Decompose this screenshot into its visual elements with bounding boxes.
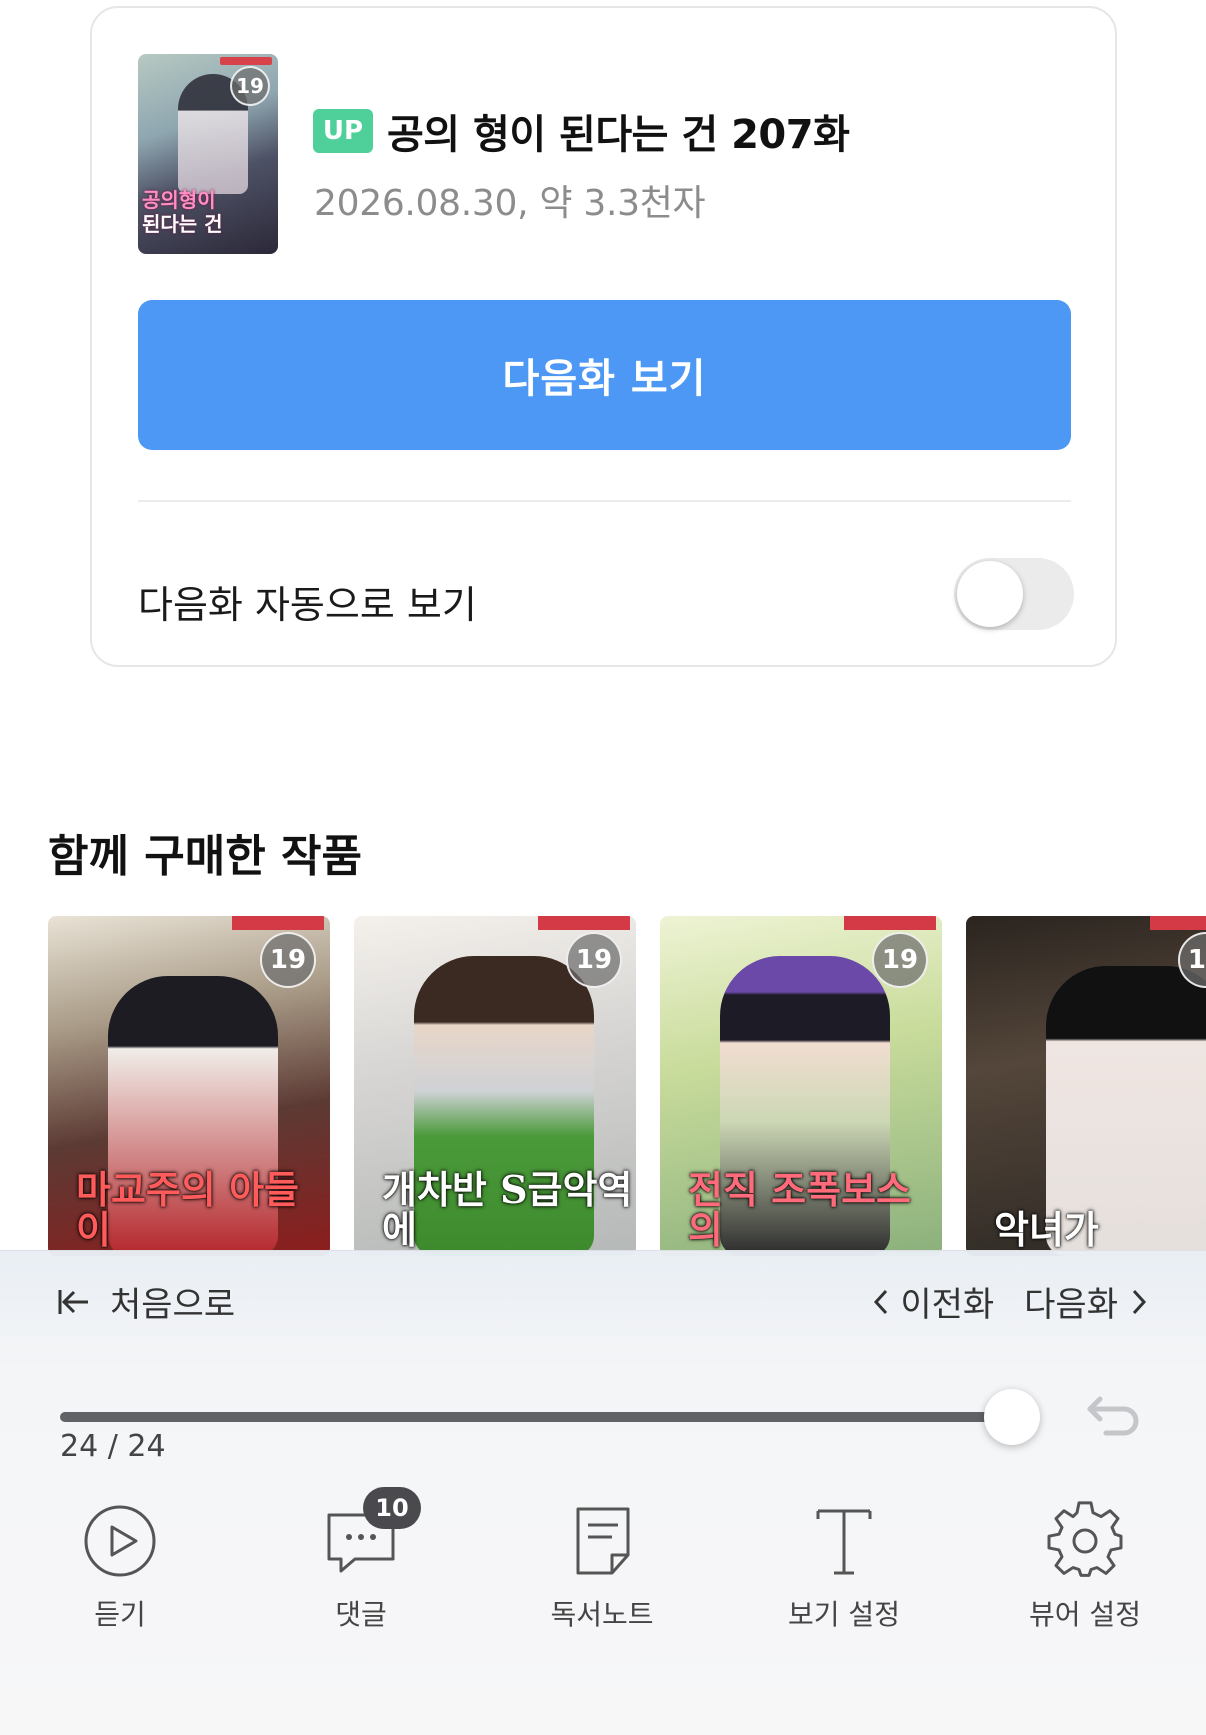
up-badge: UP bbox=[313, 109, 373, 153]
cover-title-line1: 공의형이 bbox=[142, 188, 216, 212]
return-icon[interactable] bbox=[1080, 1385, 1140, 1445]
chevron-left-icon bbox=[874, 1289, 888, 1314]
cover-title: 악녀가 bbox=[994, 1207, 1099, 1252]
cover-title-line2: 된다는 건 bbox=[142, 212, 223, 236]
listen-button[interactable]: 듣기 bbox=[40, 1501, 200, 1633]
go-first-button[interactable]: 처음으로 bbox=[56, 1277, 235, 1326]
viewer-settings-button[interactable]: 뷰어 설정 bbox=[1005, 1501, 1165, 1633]
auto-next-label: 다음화 자동으로 보기 bbox=[138, 583, 477, 627]
view-settings-button[interactable]: 보기 설정 bbox=[764, 1501, 924, 1633]
age-rating-badge: 19 bbox=[260, 932, 316, 988]
page-slider[interactable] bbox=[60, 1387, 1040, 1447]
cover-title: 마교주의 아들이 bbox=[76, 1167, 299, 1252]
slider-fill bbox=[60, 1412, 1012, 1422]
prev-episode-button[interactable]: 이전화 bbox=[870, 1277, 994, 1326]
comments-button[interactable]: 10 댓글 bbox=[281, 1487, 441, 1633]
gear-icon bbox=[1047, 1501, 1123, 1577]
viewer-settings-label: 뷰어 설정 bbox=[1029, 1598, 1141, 1631]
listen-label: 듣기 bbox=[94, 1598, 146, 1631]
age-ribbon bbox=[1150, 916, 1206, 930]
comment-count-badge: 10 bbox=[363, 1487, 421, 1529]
age-ribbon bbox=[232, 916, 324, 930]
age-rating-badge: 19 bbox=[872, 932, 928, 988]
age-rating-badge: 19 bbox=[566, 932, 622, 988]
next-episode-button[interactable]: 다음화 보기 bbox=[138, 300, 1071, 450]
page-counter: 24 / 24 bbox=[60, 1429, 166, 1464]
note-icon bbox=[576, 1507, 630, 1575]
toggle-knob bbox=[957, 561, 1023, 627]
go-first-label: 처음으로 bbox=[110, 1285, 236, 1325]
toolbar-buttons: 듣기 10 댓글 독서노트 보기 설정 뷰어 설정 bbox=[0, 1487, 1206, 1631]
chevron-right-icon bbox=[1132, 1289, 1147, 1314]
recommendation-card[interactable]: 19 개차반 S급악역에 bbox=[354, 916, 636, 1256]
viewer-toolbar: 처음으로 이전화 다음화 24 / 24 듣기 10 댓글 독서노트 보기 설정… bbox=[0, 1250, 1206, 1735]
episode-nav: 이전화 다음화 bbox=[870, 1277, 1150, 1326]
age-rating-badge: 19 bbox=[230, 66, 270, 106]
recommendation-card[interactable]: 19 악녀가 bbox=[966, 916, 1206, 1256]
divider bbox=[138, 500, 1071, 502]
skip-to-start-icon bbox=[58, 1289, 88, 1314]
reading-note-button[interactable]: 독서노트 bbox=[522, 1501, 682, 1633]
play-circle-icon bbox=[84, 1505, 156, 1577]
episode-title: 공의 형이 된다는 건 207화 bbox=[387, 112, 850, 158]
recommendations-carousel[interactable]: 19 마교주의 아들이 19 개차반 S급악역에 19 전직 조폭보스의 19 … bbox=[48, 916, 1206, 1256]
text-format-icon bbox=[816, 1509, 872, 1575]
cover-title: 전직 조폭보스의 bbox=[688, 1167, 911, 1252]
viewer-page: 19 공의형이 된다는 건 UP 공의 형이 된다는 건 207화 2026.0… bbox=[0, 0, 1206, 1735]
prev-episode-label: 이전화 bbox=[900, 1285, 995, 1325]
comments-label: 댓글 bbox=[335, 1598, 387, 1631]
cover-title: 공의형이 된다는 건 bbox=[142, 188, 274, 236]
view-settings-label: 보기 설정 bbox=[788, 1598, 900, 1631]
cover-title: 개차반 S급악역에 bbox=[382, 1167, 633, 1252]
slider-thumb[interactable] bbox=[984, 1389, 1040, 1445]
age-ribbon bbox=[844, 916, 936, 930]
reading-note-label: 독서노트 bbox=[550, 1598, 654, 1631]
recommendation-card[interactable]: 19 전직 조폭보스의 bbox=[660, 916, 942, 1256]
recommendations-title: 함께 구매한 작품 bbox=[48, 831, 362, 882]
age-ribbon bbox=[538, 916, 630, 930]
episode-meta: 2026.08.30, 약 3.3천자 bbox=[314, 183, 706, 224]
episode-card: 19 공의형이 된다는 건 UP 공의 형이 된다는 건 207화 2026.0… bbox=[90, 6, 1117, 667]
episode-cover[interactable]: 19 공의형이 된다는 건 bbox=[138, 54, 278, 254]
next-episode-label: 다음화 bbox=[1024, 1285, 1118, 1325]
cover-age-ribbon bbox=[220, 57, 272, 65]
episode-title-row: UP 공의 형이 된다는 건 207화 bbox=[313, 102, 850, 160]
recommendation-card[interactable]: 19 마교주의 아들이 bbox=[48, 916, 330, 1256]
auto-next-toggle[interactable] bbox=[954, 558, 1074, 630]
next-episode-nav-button[interactable]: 다음화 bbox=[1024, 1277, 1150, 1326]
